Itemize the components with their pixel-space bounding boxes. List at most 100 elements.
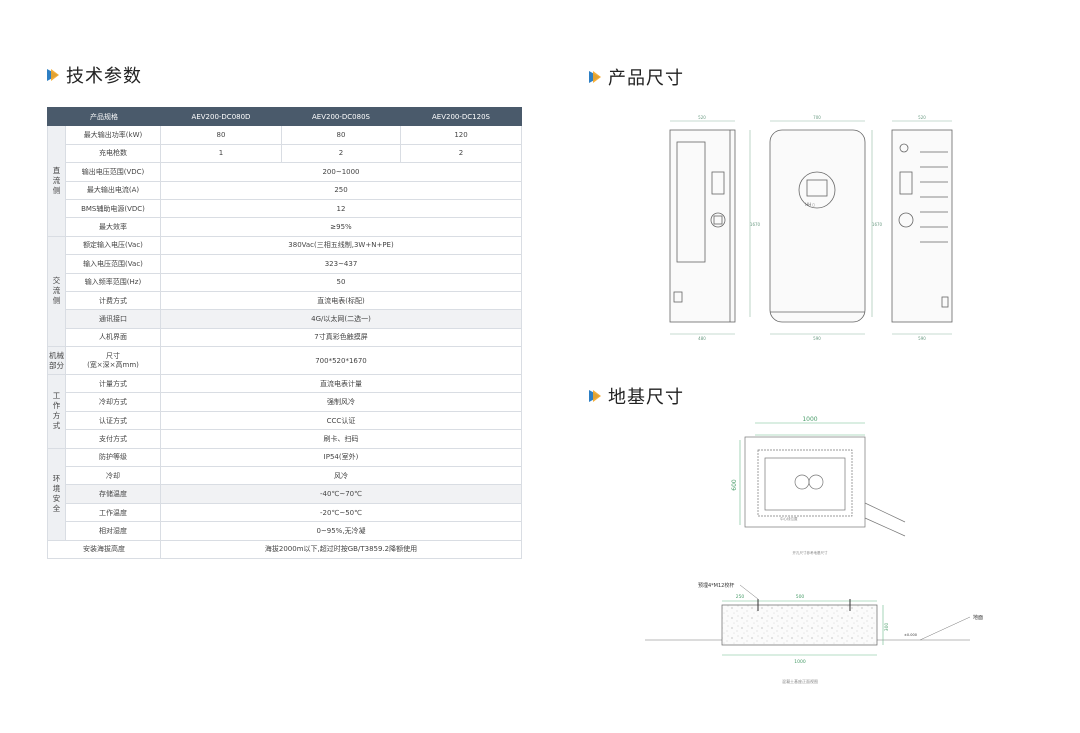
section-dim-label: 300 (884, 623, 890, 632)
heading-title: 技术参数 (66, 66, 142, 87)
spec-row: 认证方式 CCC认证 (48, 410, 522, 431)
spec-label: 输入频率范围(Hz) (65, 272, 161, 292)
foundation-size-heading: 地基尺寸 (589, 383, 684, 409)
spec-row: 输入电压范围(Vac) 323~437 (48, 254, 522, 274)
spec-value: 200~1000 (160, 162, 522, 182)
spec-value: 80 (160, 125, 282, 145)
spec-value: ≥95% (160, 217, 522, 237)
spec-table-header: 产品规格 AEV200-DC080D AEV200-DC080S AEV200-… (47, 106, 522, 127)
spec-row: 冷却 风冷 (48, 466, 522, 486)
spec-value: 强制风冷 (160, 392, 522, 412)
arrow-icon (589, 71, 601, 83)
spec-label: 充电枪数 (65, 143, 161, 164)
spec-label: 通讯接口 (65, 309, 161, 329)
spec-label: 计费方式 (65, 290, 161, 311)
dim-label: 590 (918, 336, 926, 341)
spec-value: 风冷 (160, 466, 522, 486)
dim-label: 700 (813, 115, 821, 120)
group-label: 直流侧 (47, 125, 66, 237)
section-dim-label: 250 (736, 594, 745, 600)
spec-label: 工作温度 (65, 502, 161, 523)
spec-label: 安装海拔高度 (47, 539, 161, 559)
spec-value: IP54(室外) (160, 447, 522, 468)
spec-value: 323~437 (160, 254, 522, 274)
spec-value: 直流电表(标配) (160, 290, 522, 311)
spec-label: 存储温度 (65, 484, 161, 504)
dim-label: 480 (698, 336, 706, 341)
spec-value: 刷卡、扫码 (160, 429, 522, 449)
spec-value: 50 (160, 272, 522, 292)
spec-value: 海拔2000m以下,超过时按GB/T3859.2降额使用 (160, 539, 522, 559)
spec-row: 输出电压范围(VDC) 200~1000 (48, 162, 522, 182)
section-caption: 混凝土基座正面视图 (782, 678, 818, 684)
spec-row: 机械部分 尺寸 (宽×深×高mm) 700*520*1670 (47, 346, 522, 376)
product-dimension-drawing: HH ▯ 520 700 520 480 590 590 1670 1670 (669, 115, 953, 341)
spec-label: 相对湿度 (65, 521, 161, 541)
spec-label: 计量方式 (65, 374, 161, 394)
plan-width-label: 1000 (802, 416, 817, 423)
arrow-icon (589, 390, 601, 402)
spec-label: 输出电压范围(VDC) (65, 162, 161, 182)
spec-label: 冷却方式 (65, 392, 161, 412)
spec-row: 安装海拔高度 海拔2000m以下,超过时按GB/T3859.2降额使用 (47, 539, 522, 559)
spec-table: 产品规格 AEV200-DC080D AEV200-DC080S AEV200-… (47, 106, 522, 559)
ground-label: 地面 (973, 614, 983, 621)
section-dim-label: 1000 (794, 659, 806, 665)
level-label: ±0.000 (904, 633, 917, 637)
spec-row: 最大效率 ≥95% (48, 217, 522, 237)
spec-value: 4G/以太网(二选一) (160, 309, 522, 329)
plan-caption: 开孔尺寸参考地基尺寸 (793, 550, 828, 555)
spec-value: 7寸真彩色触摸屏 (160, 327, 522, 348)
header-cell: AEV200-DC080D (160, 106, 282, 127)
spec-row: 工作方式 计量方式 直流电表计量 (47, 374, 522, 449)
spec-value: 2 (400, 143, 522, 164)
center-label: 中心线位置 (780, 516, 798, 521)
spec-label: 尺寸 (宽×深×高mm) (65, 346, 161, 376)
foundation-plan-drawing: 1000 600 中心线位置 开孔尺寸参考地基尺寸 (731, 416, 906, 555)
header-cell: AEV200-DC120S (400, 106, 522, 127)
spec-row: 通讯接口 4G/以太网(二选一) (48, 309, 522, 329)
group-label: 机械部分 (47, 346, 66, 376)
spec-value: 12 (160, 198, 522, 219)
spec-label: 支付方式 (65, 429, 161, 449)
spec-label: 人机界面 (65, 327, 161, 348)
spec-value: 0~95%,无冷凝 (160, 521, 522, 541)
spec-label: 防护等级 (65, 447, 161, 468)
spec-row: 计费方式 直流电表(标配) (48, 290, 522, 311)
dim-label: 590 (813, 336, 821, 341)
foundation-section-drawing: 250 500 1000 300 预埋4*M12校杆 地面 ±0.000 混凝土… (645, 582, 983, 684)
section-dim-label: 500 (796, 594, 805, 600)
spec-label: 额定输入电压(Vac) (65, 235, 161, 256)
spec-row: 最大输出电流(A) 250 (48, 180, 522, 200)
arrow-icon (47, 69, 59, 81)
height-label: 1670 (750, 222, 761, 227)
spec-value: 1 (160, 143, 282, 164)
spec-label: 最大效率 (65, 217, 161, 237)
spec-value: 380Vac(三相五线制,3W+N+PE) (160, 235, 522, 256)
screen-text: HH ▯ (805, 202, 815, 207)
spec-value: 80 (281, 125, 401, 145)
spec-value: -40℃~70℃ (160, 484, 522, 504)
spec-row: 输入频率范围(Hz) 50 (48, 272, 522, 292)
spec-value: 直流电表计量 (160, 374, 522, 394)
product-size-heading: 产品尺寸 (589, 64, 684, 90)
bolt-label: 预埋4*M12校杆 (698, 582, 734, 589)
spec-row: 交流侧 额定输入电压(Vac) 380Vac(三相五线制,3W+N+PE) (47, 235, 522, 348)
spec-row: 支付方式 刷卡、扫码 (48, 429, 522, 449)
group-label: 交流侧 (47, 235, 66, 348)
spec-label: BMS辅助电源(VDC) (65, 198, 161, 219)
spec-row: 工作温度 -20℃~50℃ (48, 502, 522, 523)
group-label: 环境安全 (47, 447, 66, 541)
dim-label: 520 (918, 115, 926, 120)
heading-title: 地基尺寸 (608, 387, 684, 408)
spec-row: 直流侧 最大输出功率(kW) 80 80 120 (47, 125, 522, 237)
spec-row: BMS辅助电源(VDC) 12 (48, 198, 522, 219)
spec-label: 最大输出功率(kW) (65, 125, 161, 145)
spec-value: CCC认证 (160, 410, 522, 431)
spec-label: 输入电压范围(Vac) (65, 254, 161, 274)
spec-label: 冷却 (65, 466, 161, 486)
spec-row: 人机界面 7寸真彩色触摸屏 (48, 327, 522, 348)
spec-label: 认证方式 (65, 410, 161, 431)
spec-row: 环境安全 防护等级 IP54(室外) (47, 447, 522, 541)
heading-title: 产品尺寸 (608, 68, 684, 89)
